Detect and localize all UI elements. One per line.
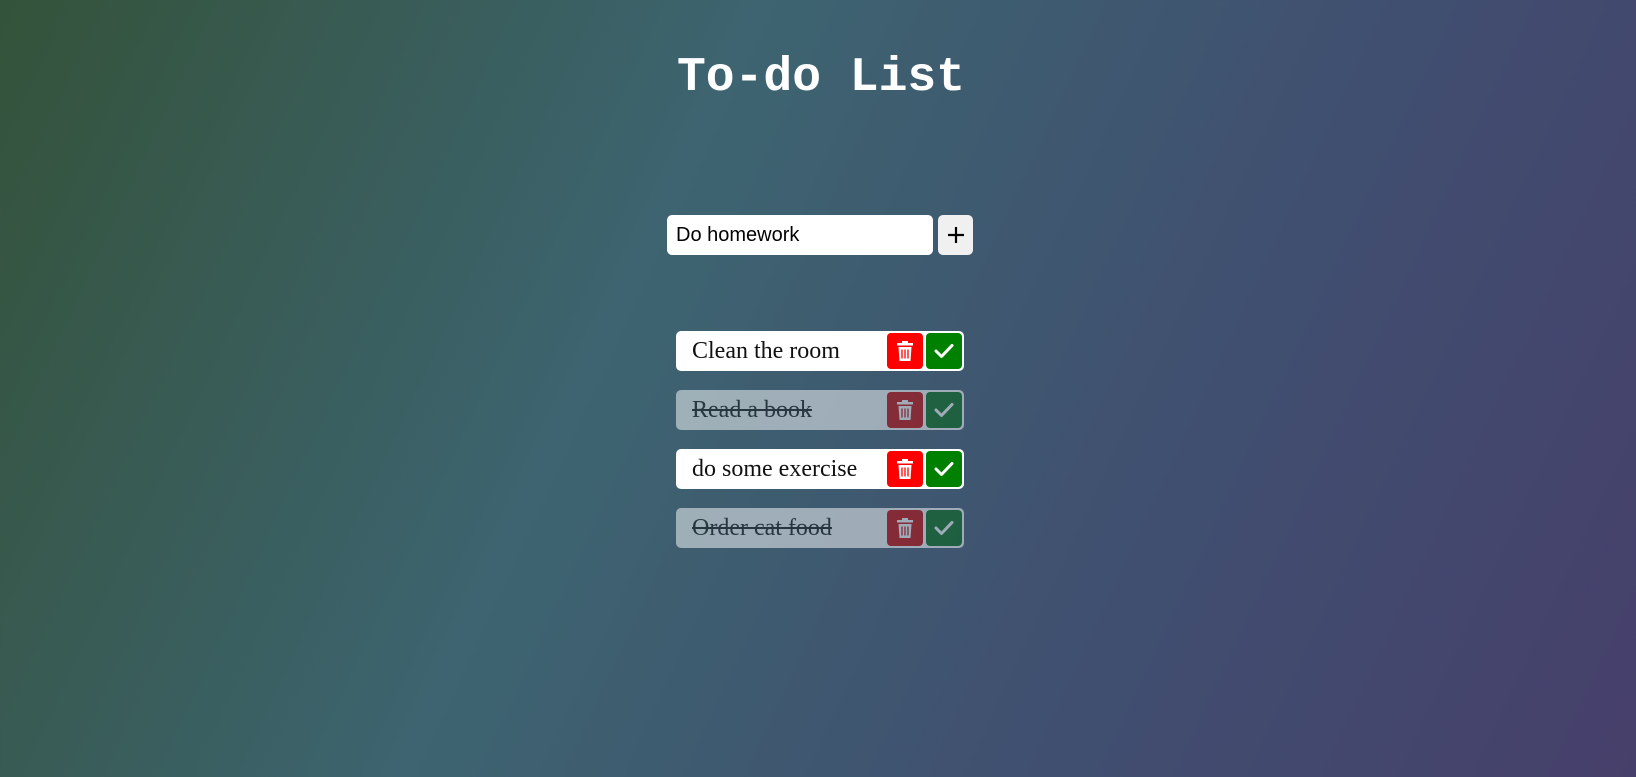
- complete-button[interactable]: [926, 510, 962, 546]
- delete-button[interactable]: [887, 451, 923, 487]
- todo-text: do some exercise: [692, 455, 858, 482]
- delete-button[interactable]: [887, 392, 923, 428]
- complete-button[interactable]: [926, 333, 962, 369]
- check-icon: [934, 521, 954, 535]
- todo-text: Clean the room: [692, 337, 840, 364]
- trash-icon: [897, 341, 913, 361]
- todo-item: Read a book: [676, 390, 964, 430]
- todo-text: Read a book: [692, 396, 812, 423]
- complete-button[interactable]: [926, 392, 962, 428]
- todo-list: Clean the room Read a book do some exerc…: [676, 331, 964, 567]
- complete-button[interactable]: [926, 451, 962, 487]
- delete-button[interactable]: [887, 510, 923, 546]
- add-todo-button[interactable]: [938, 215, 973, 255]
- todo-text: Order cat food: [692, 514, 832, 541]
- trash-icon: [897, 459, 913, 479]
- todo-input[interactable]: [667, 215, 933, 255]
- trash-icon: [897, 518, 913, 538]
- add-todo-form: [667, 215, 973, 255]
- check-icon: [934, 403, 954, 417]
- plus-icon: [947, 227, 964, 243]
- todo-item: Order cat food: [676, 508, 964, 548]
- trash-icon: [897, 400, 913, 420]
- todo-item: do some exercise: [676, 449, 964, 489]
- page-title: To-do List: [676, 51, 966, 105]
- todo-item: Clean the room: [676, 331, 964, 371]
- check-icon: [934, 462, 954, 476]
- check-icon: [934, 344, 954, 358]
- delete-button[interactable]: [887, 333, 923, 369]
